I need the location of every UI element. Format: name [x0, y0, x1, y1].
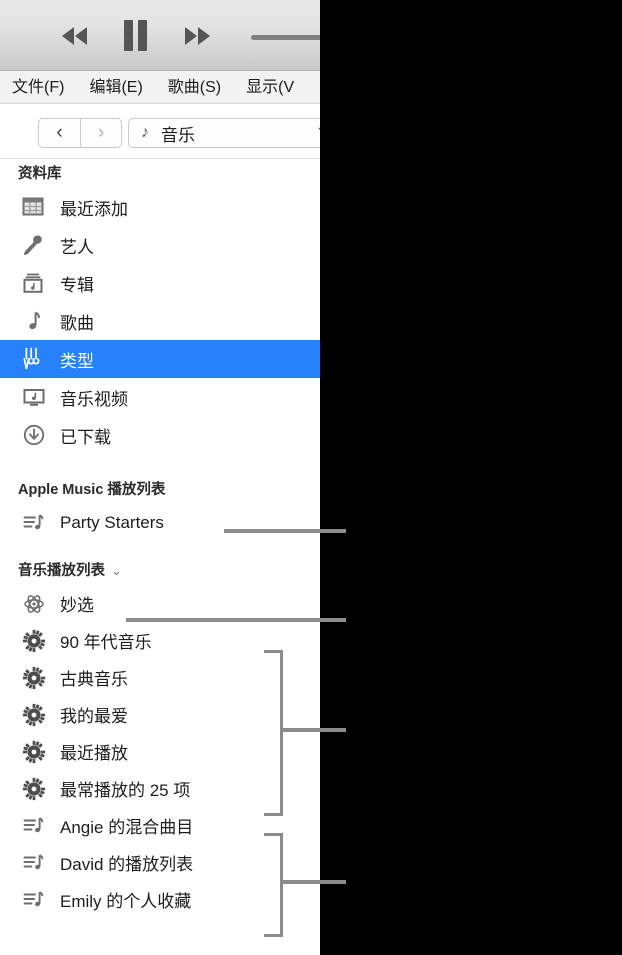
sidebar-item-label: 90 年代音乐 [60, 633, 152, 652]
sidebar-item-label: 最常播放的 25 项 [60, 781, 191, 800]
sidebar-item-label: Emily 的个人收藏 [60, 892, 192, 911]
volume-slider[interactable] [251, 35, 320, 40]
media-kind-label: 音乐 [161, 125, 195, 145]
section-title-apple-music-playlists: Apple Music 播放列表 [18, 482, 166, 498]
forward-button[interactable]: › [80, 118, 122, 148]
rewind-button[interactable] [62, 0, 87, 71]
fast-forward-button[interactable] [185, 0, 210, 71]
sidebar-item-label: 歌曲 [60, 313, 94, 333]
section-title-music-playlists: 音乐播放列表 [18, 563, 105, 579]
sidebar-item-label: Angie 的混合曲目 [60, 818, 194, 837]
sidebar-item-label: David 的播放列表 [60, 855, 194, 874]
chevron-up-icon: ⌃ [315, 123, 320, 143]
genre-guitars-icon [22, 346, 52, 372]
playback-toolbar [0, 0, 320, 71]
back-button[interactable]: ‹ [38, 118, 80, 148]
playlist-icon [22, 510, 52, 536]
sidebar-item-label: 音乐视频 [60, 389, 128, 409]
playlist-icon [22, 850, 52, 876]
media-kind-picker[interactable]: ♪ 音乐 ⌃ [128, 118, 320, 148]
rewind-icon [62, 26, 74, 45]
grid-icon [22, 194, 52, 220]
sidebar-item-music-videos[interactable]: 音乐视频 [0, 378, 320, 416]
download-icon [22, 422, 52, 448]
menu-bar: 文件(F) 编辑(E) 歌曲(S) 显示(V [0, 71, 320, 104]
fast-forward-icon-second [198, 26, 210, 45]
smart-playlist-gear-icon [22, 628, 52, 654]
sidebar-item-90s-music[interactable]: 90 年代音乐 [0, 622, 320, 659]
sidebar-item-label: 古典音乐 [60, 670, 128, 689]
sidebar-item-downloaded[interactable]: 已下载 [0, 416, 320, 454]
microphone-icon [22, 232, 52, 258]
pause-icon-bar-right [138, 20, 147, 51]
sidebar-item-my-favorites[interactable]: 我的最爱 [0, 696, 320, 733]
smart-playlist-gear-icon [22, 776, 52, 802]
playlist-icon [22, 813, 52, 839]
sidebar-item-party-starters[interactable]: Party Starters [0, 504, 320, 541]
menu-item-songs[interactable]: 歌曲(S) [168, 71, 221, 103]
itunes-window: 文件(F) 编辑(E) 歌曲(S) 显示(V ‹ › ♪ 音乐 ⌃ 资料库 [0, 0, 320, 955]
section-title-library: 资料库 [18, 166, 62, 182]
music-video-icon [22, 384, 52, 410]
sidebar-item-emilys-favorites[interactable]: Emily 的个人收藏 [0, 881, 320, 918]
sidebar-item-songs[interactable]: 歌曲 [0, 302, 320, 340]
playlist-icon [22, 887, 52, 913]
sidebar-section-header-apple-music-playlists: Apple Music 播放列表 [0, 476, 320, 504]
menu-item-file[interactable]: 文件(F) [12, 71, 64, 103]
sidebar-item-label: 妙选 [60, 596, 94, 615]
menu-item-view[interactable]: 显示(V [246, 71, 294, 103]
smart-playlist-gear-icon [22, 702, 52, 728]
sidebar-item-label: 艺人 [60, 237, 94, 257]
back-forward-segmented-control: ‹ › [38, 118, 122, 148]
sidebar-item-davids-playlist[interactable]: David 的播放列表 [0, 844, 320, 881]
sidebar-item-label: 已下载 [60, 427, 111, 447]
sidebar-item-label: 最近添加 [60, 199, 128, 219]
sidebar-item-recently-played[interactable]: 最近播放 [0, 733, 320, 770]
smart-playlist-gear-icon [22, 739, 52, 765]
sidebar-item-label: 最近播放 [60, 744, 128, 763]
sidebar-section-header-library: 资料库 [0, 160, 320, 188]
sidebar-item-label: 我的最爱 [60, 707, 128, 726]
sidebar-item-angies-mix[interactable]: Angie 的混合曲目 [0, 807, 320, 844]
sidebar-item-classical-music[interactable]: 古典音乐 [0, 659, 320, 696]
sidebar-section-header-music-playlists[interactable]: 音乐播放列表 ⌄ [0, 557, 320, 585]
rewind-icon-second [75, 26, 87, 45]
genius-atom-icon [22, 591, 52, 617]
sidebar-item-genius[interactable]: 妙选 [0, 585, 320, 622]
sidebar-item-genres[interactable]: 类型 [0, 340, 320, 378]
fast-forward-icon [185, 26, 197, 45]
chevron-down-icon[interactable]: ⌄ [111, 557, 122, 585]
sidebar-item-artists[interactable]: 艺人 [0, 226, 320, 264]
note-icon [22, 308, 52, 334]
smart-playlist-gear-icon [22, 665, 52, 691]
sidebar-item-recently-added[interactable]: 最近添加 [0, 188, 320, 226]
sidebar-item-label: 专辑 [60, 275, 94, 295]
play-pause-button[interactable] [124, 0, 147, 71]
album-icon [22, 270, 52, 296]
navigation-bar: ‹ › ♪ 音乐 ⌃ [0, 104, 320, 159]
music-note-icon: ♪ [141, 124, 149, 141]
menu-item-edit[interactable]: 编辑(E) [89, 71, 142, 103]
sidebar: 资料库 最近添加 艺人 专辑 歌曲 类型 音乐视频 已下载 Apple Musi… [0, 160, 320, 955]
sidebar-item-albums[interactable]: 专辑 [0, 264, 320, 302]
pause-icon-bar-left [124, 20, 133, 51]
sidebar-item-top-25-most-played[interactable]: 最常播放的 25 项 [0, 770, 320, 807]
sidebar-item-label: 类型 [60, 351, 94, 371]
sidebar-item-label: Party Starters [60, 512, 164, 532]
